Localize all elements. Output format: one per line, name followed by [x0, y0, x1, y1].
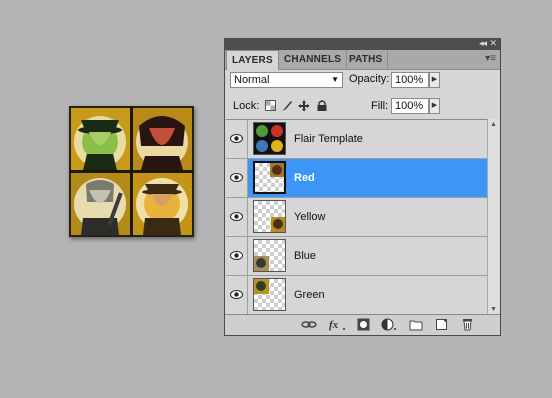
artwork-blue-portrait — [71, 173, 130, 235]
layer-name: Green — [294, 289, 325, 301]
layer-thumbnail — [253, 161, 286, 194]
visibility-toggle[interactable] — [226, 237, 248, 275]
new-group-folder-icon[interactable] — [409, 318, 423, 331]
tab-layers[interactable]: LAYERS — [226, 50, 279, 70]
lock-label: Lock: — [233, 100, 260, 112]
trash-icon[interactable] — [461, 318, 474, 331]
visibility-toggle[interactable] — [226, 198, 248, 236]
layer-row-flair-template[interactable]: Flair Template — [226, 120, 488, 159]
panel-tabs: LAYERS CHANNELS PATHS ▾≡ — [225, 50, 500, 70]
layers-scrollbar[interactable]: ▲ ▼ — [487, 119, 499, 315]
opacity-slider-arrow[interactable]: ▶ — [429, 72, 440, 88]
visibility-toggle[interactable] — [226, 276, 248, 314]
canvas-artwork — [69, 106, 194, 237]
layer-thumbnail — [253, 200, 286, 233]
layer-row-yellow[interactable]: Yellow — [226, 198, 488, 237]
layer-name: Red — [294, 172, 315, 184]
blend-mode-select[interactable]: Normal ▼ — [230, 72, 343, 88]
svg-text:fx: fx — [329, 319, 339, 331]
adjustment-layer-icon[interactable] — [381, 318, 397, 331]
panel-title-bar[interactable]: ◂◂ ✕ — [225, 38, 500, 50]
visibility-toggle[interactable] — [226, 159, 248, 197]
fill-label: Fill: — [371, 100, 389, 112]
double-chevron-icon[interactable]: ◂◂ — [479, 38, 487, 49]
eye-icon — [230, 251, 243, 260]
layers-list: Flair Template Red Yellow Blue Green — [226, 119, 488, 316]
layer-name: Yellow — [294, 211, 326, 223]
eye-icon — [230, 134, 243, 143]
tab-paths[interactable]: PATHS — [344, 50, 389, 69]
artwork-green-portrait — [71, 108, 130, 170]
eye-icon — [230, 173, 243, 182]
layer-style-fx-icon[interactable]: fx — [329, 318, 347, 331]
close-icon[interactable]: ✕ — [489, 38, 497, 49]
lock-position-icon[interactable] — [298, 100, 309, 111]
opacity-label: Opacity: — [349, 73, 390, 85]
artwork-red-portrait — [133, 108, 192, 170]
tab-channels[interactable]: CHANNELS — [279, 50, 348, 69]
blend-mode-value: Normal — [234, 74, 270, 86]
eye-icon — [230, 212, 243, 221]
visibility-toggle[interactable] — [226, 120, 248, 158]
chevron-down-icon: ▼ — [331, 75, 339, 84]
layer-thumbnail — [253, 278, 286, 311]
fill-input[interactable]: 100% — [391, 98, 429, 114]
opacity-input[interactable]: 100% — [391, 72, 429, 88]
lock-all-icon[interactable] — [317, 100, 328, 111]
eye-icon — [230, 290, 243, 299]
layer-name: Blue — [294, 250, 317, 262]
layers-panel: ◂◂ ✕ LAYERS CHANNELS PATHS ▾≡ Normal ▼ O… — [224, 38, 501, 336]
lock-transparent-pixels-icon[interactable] — [265, 100, 276, 111]
scroll-down-icon[interactable]: ▼ — [490, 306, 497, 313]
layer-mask-icon[interactable] — [357, 318, 370, 331]
link-layers-icon[interactable] — [301, 318, 317, 331]
layers-bottom-toolbar: fx — [225, 314, 500, 335]
panel-menu-icon[interactable]: ▾≡ — [485, 53, 496, 64]
layer-thumbnail — [253, 122, 286, 155]
layer-row-green[interactable]: Green — [226, 276, 488, 315]
artwork-yellow-portrait — [133, 173, 192, 235]
new-layer-icon[interactable] — [435, 318, 448, 331]
lock-image-pixels-icon[interactable] — [281, 100, 292, 111]
layer-row-blue[interactable]: Blue — [226, 237, 488, 276]
layer-row-red[interactable]: Red — [226, 159, 488, 198]
layer-thumbnail — [253, 239, 286, 272]
layer-name: Flair Template — [294, 133, 363, 145]
scroll-up-icon[interactable]: ▲ — [490, 121, 497, 128]
fill-slider-arrow[interactable]: ▶ — [429, 98, 440, 114]
